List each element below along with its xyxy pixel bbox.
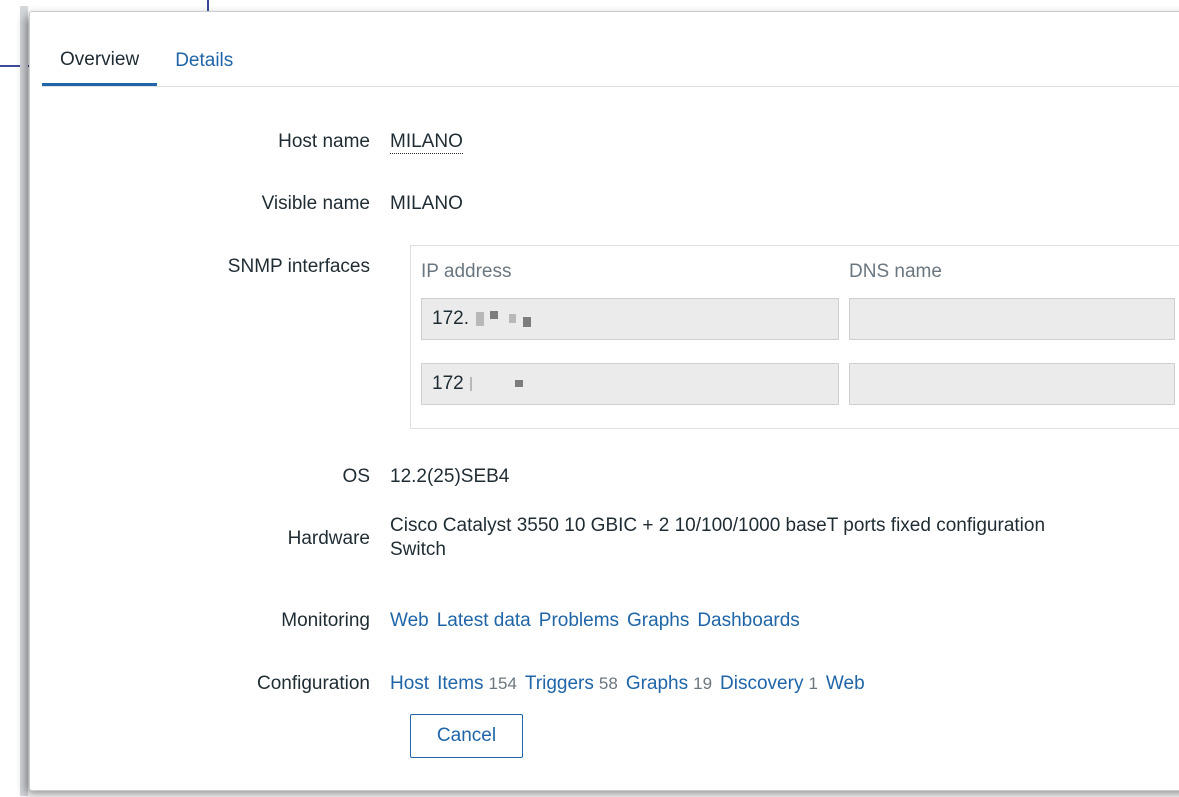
host-overview-dialog: Overview Details Host name MILANO Visibl… (30, 12, 1179, 790)
snmp-dns-field-1[interactable] (849, 298, 1175, 340)
visible-name-label: Visible name (261, 193, 370, 214)
dns-name-header: DNS name (849, 261, 942, 282)
monitoring-links: Web Latest data Problems Graphs Dashboards (390, 610, 1179, 632)
os-value: 12.2(25)SEB4 (390, 466, 510, 487)
snmp-ip-field-2[interactable]: 172 (421, 363, 839, 405)
configuration-host-link[interactable]: Host (390, 673, 429, 694)
graphs-count: 19 (693, 674, 713, 693)
monitoring-row: Monitoring Web Latest data Problems Graphs D… (42, 610, 1179, 632)
configuration-row: Configuration Host Items 154 Triggers 58 Grap… (42, 673, 1179, 695)
ip-address-header: IP address (421, 261, 512, 282)
snmp-interfaces-table: IP address DNS name 172. 172 (410, 245, 1179, 429)
monitoring-latest-data-link[interactable]: Latest data (437, 610, 531, 631)
monitoring-web-link[interactable]: Web (390, 610, 429, 631)
host-name-value[interactable]: MILANO (390, 131, 463, 154)
redaction-mark (508, 314, 516, 324)
hardware-line-1: Cisco Catalyst 3550 10 GBIC + 2 10/100/1… (390, 515, 1046, 536)
configuration-discovery-link[interactable]: Discovery (720, 673, 803, 694)
host-name-label: Host name (278, 131, 370, 152)
tab-bar: Overview Details (42, 22, 1179, 87)
configuration-web-link[interactable]: Web (826, 673, 865, 694)
visible-name-row: Visible name MILANO (42, 193, 1179, 215)
redaction-mark (476, 311, 485, 326)
snmp-dns-field-2[interactable] (849, 363, 1175, 405)
configuration-links: Host Items 154 Triggers 58 Graphs 19 Discovery 1… (390, 673, 1179, 695)
monitoring-problems-link[interactable]: Problems (539, 610, 619, 631)
snmp-ip-value-1: 172. (432, 308, 469, 329)
items-count: 154 (488, 674, 517, 693)
configuration-label: Configuration (256, 673, 370, 694)
host-name-row: Host name MILANO (42, 131, 1179, 154)
snmp-interfaces-label: SNMP interfaces (227, 256, 370, 277)
redaction-mark (469, 376, 472, 391)
hardware-value: Cisco Catalyst 3550 10 GBIC + 2 10/100/1… (390, 514, 1179, 562)
triggers-count: 58 (598, 674, 618, 693)
snmp-ip-value-2: 172 (432, 373, 464, 394)
cancel-button[interactable]: Cancel (410, 714, 523, 758)
discovery-count: 1 (808, 674, 818, 693)
os-label: OS (342, 466, 370, 487)
tab-overview[interactable]: Overview (42, 49, 158, 86)
dialog-frame-left (20, 6, 28, 796)
hardware-line-2: Switch (390, 539, 446, 560)
redaction-mark (523, 316, 532, 327)
snmp-ip-field-1[interactable]: 172. (421, 298, 839, 340)
tab-details[interactable]: Details (157, 50, 251, 86)
redaction-mark (489, 311, 498, 319)
visible-name-value: MILANO (390, 193, 463, 214)
os-row: OS 12.2(25)SEB4 (42, 466, 1179, 488)
configuration-triggers-link[interactable]: Triggers (525, 673, 594, 694)
redaction-mark (515, 380, 524, 388)
monitoring-label: Monitoring (281, 610, 370, 631)
monitoring-graphs-link[interactable]: Graphs (627, 610, 689, 631)
hardware-label: Hardware (287, 528, 370, 549)
configuration-items-link[interactable]: Items (437, 673, 483, 694)
configuration-graphs-link[interactable]: Graphs (626, 673, 688, 694)
monitoring-dashboards-link[interactable]: Dashboards (697, 610, 799, 631)
hardware-row: Hardware Cisco Catalyst 3550 10 GBIC + 2… (42, 514, 1179, 562)
